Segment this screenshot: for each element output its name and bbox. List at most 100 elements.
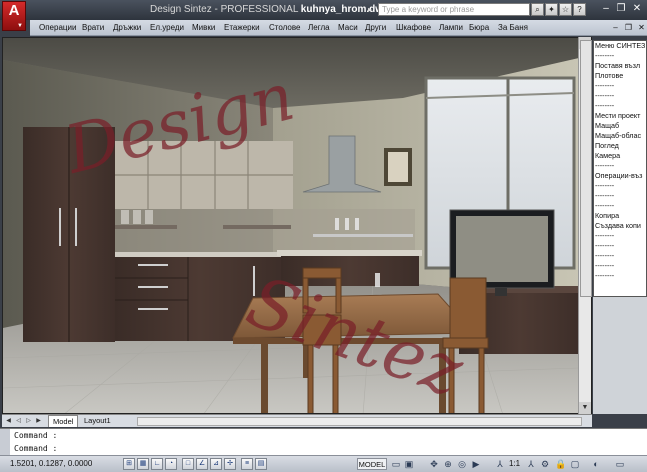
first-tab-icon[interactable]: ◀	[4, 416, 13, 426]
communication-center-icon[interactable]: ✦	[545, 3, 558, 16]
file-name: kuhnya_hrom.dwg	[300, 4, 390, 15]
side-separator: --------	[595, 51, 615, 60]
lwt-icon[interactable]: ≡	[241, 458, 253, 470]
help-icon[interactable]: ?	[573, 3, 586, 16]
polar-icon[interactable]: ◔	[165, 458, 177, 470]
menu-item-desks[interactable]: Бюра	[469, 23, 489, 32]
menu-item-operations[interactable]: Операции	[39, 23, 76, 32]
horizontal-scrollbar[interactable]	[137, 417, 582, 426]
menu-item-tables[interactable]: Маси	[338, 23, 358, 32]
app-logo-letter: A	[8, 2, 20, 19]
menu-item-cabinets[interactable]: Шкафове	[396, 23, 431, 32]
side-item-place-node[interactable]: Поставя възл	[594, 61, 646, 71]
side-item-scale-area[interactable]: Мащаб-облас	[594, 131, 646, 141]
menu-item-shelves[interactable]: Етажерки	[224, 23, 260, 32]
menu-item-sinks[interactable]: Мивки	[192, 23, 215, 32]
side-item-scale[interactable]: Мащаб	[594, 121, 646, 131]
pan-icon[interactable]: ✥	[428, 458, 440, 470]
menu-item-other[interactable]: Други	[365, 23, 386, 32]
doc-minimize-icon[interactable]: –	[610, 22, 621, 33]
command-line-gutter	[0, 429, 10, 456]
last-tab-icon[interactable]: ▶	[34, 416, 43, 426]
quick-view-drawings-icon[interactable]: ▣	[403, 458, 415, 470]
side-separator: --------	[595, 241, 615, 250]
ortho-icon[interactable]: ∟	[151, 458, 163, 470]
qp-icon[interactable]: ▤	[255, 458, 267, 470]
minimize-window-icon[interactable]: –	[599, 3, 613, 16]
scroll-down-icon[interactable]: ▼	[579, 402, 591, 414]
ducs-icon[interactable]: ⊿	[210, 458, 222, 470]
osnap-icon[interactable]: □	[182, 458, 194, 470]
window-title: Design Sintez - PROFESSIONAL kuhnya_hrom…	[150, 4, 389, 15]
otrack-icon[interactable]: ∠	[196, 458, 208, 470]
command-line[interactable]: Command : Command :	[0, 428, 647, 456]
coordinate-readout[interactable]: 1.5201, 0.1287, 0.0000	[10, 459, 92, 468]
zoom-icon[interactable]: ⊕	[442, 458, 454, 470]
menu-item-doors[interactable]: Врати	[82, 23, 104, 32]
side-separator: --------	[595, 181, 615, 190]
steering-wheel-icon[interactable]: ◎	[456, 458, 468, 470]
doc-close-icon[interactable]: ✕	[636, 22, 647, 33]
search-button[interactable]: ⌕	[531, 3, 544, 16]
side-item-menu-sintez[interactable]: Меню СИНТЕЗ	[594, 41, 646, 51]
side-panel-background	[593, 297, 647, 414]
side-menu-panel: Меню СИНТЕЗ -------- Поставя възл Плотов…	[593, 40, 647, 297]
isolate-icon[interactable]: ◐	[590, 458, 602, 470]
tab-layout1[interactable]: Layout1	[80, 415, 115, 427]
snap-icon[interactable]: ⊞	[123, 458, 135, 470]
side-separator: --------	[595, 191, 615, 200]
side-separator: --------	[595, 231, 615, 240]
side-panel-scrollbar[interactable]	[580, 40, 592, 297]
showmotion-icon[interactable]: ▶	[470, 458, 482, 470]
side-separator: --------	[595, 161, 615, 170]
application-window: Design Sintez - PROFESSIONAL kuhnya_hrom…	[0, 0, 647, 472]
maximize-window-icon[interactable]: ❐	[614, 3, 628, 16]
next-tab-icon[interactable]: ▷	[24, 416, 33, 426]
quick-view-layouts-icon[interactable]: ▭	[390, 458, 402, 470]
side-separator: --------	[595, 91, 615, 100]
side-separator: --------	[595, 251, 615, 260]
annotation-scale-value[interactable]: 1:1	[509, 459, 520, 468]
side-separator: --------	[595, 261, 615, 270]
side-item-view[interactable]: Поглед	[594, 141, 646, 151]
menu-item-beds[interactable]: Легла	[308, 23, 330, 32]
application-menu-button[interactable]: A ▼	[2, 1, 26, 31]
command-prompt[interactable]: Command :	[14, 444, 57, 453]
model-space-button[interactable]: MODEL	[357, 458, 387, 470]
status-bar: 1.5201, 0.1287, 0.0000 ⊞ ▦ ∟ ◔ □ ∠ ⊿ ✢ ≡…	[0, 455, 647, 472]
side-separator: --------	[595, 101, 615, 110]
title-prefix: Design Sintez - PROFESSIONAL	[150, 4, 299, 15]
title-bar: Design Sintez - PROFESSIONAL kuhnya_hrom…	[0, 0, 647, 20]
tab-model[interactable]: Model	[48, 415, 79, 427]
chevron-down-icon: ▼	[17, 23, 23, 29]
search-input[interactable]: Type a keyword or phrase	[378, 3, 530, 16]
side-item-camera[interactable]: Камера	[594, 151, 646, 161]
side-item-create-copy[interactable]: Създава копи	[594, 221, 646, 231]
dyn-icon[interactable]: ✢	[224, 458, 236, 470]
info-center-arrow-icon[interactable]: ▸	[368, 5, 372, 14]
workspace-icon[interactable]: ⚙	[539, 458, 551, 470]
favorites-star-icon[interactable]: ☆	[559, 3, 572, 16]
drawing-viewport[interactable]: Design Sintez	[2, 37, 592, 414]
menu-bar: Операции Врати Дръжки Ел.уреди Мивки Ета…	[30, 20, 647, 36]
side-item-node-operations[interactable]: Операции-въз	[594, 171, 646, 181]
side-item-move-project[interactable]: Мести проект	[594, 111, 646, 121]
annotation-scale-icon[interactable]: ⅄	[494, 458, 506, 470]
lock-icon[interactable]: 🔒	[555, 458, 567, 470]
prev-tab-icon[interactable]: ◁	[14, 416, 23, 426]
menu-item-chairs[interactable]: Столове	[269, 23, 300, 32]
annotation-visibility-icon[interactable]: ⅄	[525, 458, 537, 470]
hardware-acceleration-icon[interactable]: ▢	[569, 458, 581, 470]
side-separator: --------	[595, 201, 615, 210]
menu-item-appliances[interactable]: Ел.уреди	[150, 23, 184, 32]
side-item-countertops[interactable]: Плотове	[594, 71, 646, 81]
menu-item-lamps[interactable]: Лампи	[439, 23, 463, 32]
grid-icon[interactable]: ▦	[137, 458, 149, 470]
clean-screen-icon[interactable]: ▭	[614, 458, 626, 470]
doc-restore-icon[interactable]: ❐	[623, 22, 634, 33]
menu-item-bathroom[interactable]: За Баня	[498, 23, 528, 32]
side-item-copy[interactable]: Копира	[594, 211, 646, 221]
close-window-icon[interactable]: ✕	[630, 3, 644, 16]
layout-tabs-bar: ◀ ◁ ▷ ▶ Model Layout1	[2, 414, 592, 427]
menu-item-handles[interactable]: Дръжки	[113, 23, 141, 32]
